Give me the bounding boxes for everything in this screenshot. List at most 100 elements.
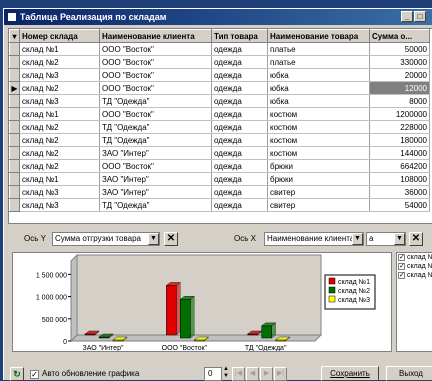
table-cell[interactable]: ООО "Восток"	[99, 159, 212, 173]
table-cell[interactable]: ООО "Восток"	[99, 55, 212, 69]
table-cell[interactable]: 144000	[369, 146, 430, 160]
row-indicator[interactable]	[9, 198, 20, 212]
table-cell[interactable]: юбка	[267, 81, 370, 95]
table-cell[interactable]: склад №2	[19, 159, 100, 173]
table-row[interactable]: склад №2 ТД "Одежда" одежда костюм 180000	[9, 133, 430, 147]
table-cell[interactable]: одежда	[211, 159, 268, 173]
table-cell[interactable]: склад №1	[19, 42, 100, 56]
exit-button[interactable]: Выход	[386, 366, 432, 381]
chevron-down-icon[interactable]: ▼	[394, 233, 405, 245]
table-cell[interactable]: ООО "Восток"	[99, 81, 212, 95]
table-cell[interactable]: юбка	[267, 68, 370, 82]
table-cell[interactable]: 108000	[369, 172, 430, 186]
table-cell[interactable]: склад №2	[19, 81, 100, 95]
row-indicator[interactable]	[9, 107, 20, 121]
table-row[interactable]: склад №3 ТД "Одежда" одежда свитер 54000	[9, 198, 430, 212]
y-axis-select[interactable]: Сумма отгрузки товара ▼	[52, 232, 160, 246]
table-cell[interactable]: склад №3	[19, 94, 100, 108]
series-checklist[interactable]: ✓склад №1✓склад №2✓склад №3	[396, 252, 432, 352]
table-cell[interactable]: 50000	[369, 42, 430, 56]
table-cell[interactable]: ООО "Восток"	[99, 107, 212, 121]
table-cell[interactable]: ТД "Одежда"	[99, 120, 212, 134]
table-cell[interactable]: склад №1	[19, 172, 100, 186]
table-cell[interactable]: одежда	[211, 107, 268, 121]
table-cell[interactable]: склад №2	[19, 133, 100, 147]
row-indicator[interactable]	[9, 159, 20, 173]
column-header[interactable]: Сумма о...	[369, 29, 430, 43]
table-cell[interactable]: ТД "Одежда"	[99, 133, 212, 147]
table-row[interactable]: склад №2 ООО "Восток" одежда брюки 664200	[9, 159, 430, 173]
table-cell[interactable]: 54000	[369, 198, 430, 212]
table-cell[interactable]: свитер	[267, 198, 370, 212]
close-icon[interactable]: ✕	[164, 232, 178, 246]
column-header[interactable]: Наименование товара	[267, 29, 370, 43]
table-cell[interactable]: одежда	[211, 81, 268, 95]
table-cell[interactable]: 12000	[369, 81, 430, 95]
table-cell[interactable]: одежда	[211, 68, 268, 82]
table-cell[interactable]: ООО "Восток"	[99, 42, 212, 56]
x-axis-select[interactable]: Наименование клиента ▼	[264, 232, 364, 246]
table-row[interactable]: склад №2 ТД "Одежда" одежда костюм 228000	[9, 120, 430, 134]
row-indicator[interactable]	[9, 120, 20, 134]
table-cell[interactable]: костюм	[267, 120, 370, 134]
column-header[interactable]: Тип товара	[211, 29, 268, 43]
table-row[interactable]: склад №3 ТД "Одежда" одежда юбка 8000	[9, 94, 430, 108]
table-cell[interactable]: брюки	[267, 159, 370, 173]
table-cell[interactable]: склад №3	[19, 185, 100, 199]
table-cell[interactable]: склад №2	[19, 120, 100, 134]
table-cell[interactable]: 36000	[369, 185, 430, 199]
table-cell[interactable]: 228000	[369, 120, 430, 134]
refresh-icon[interactable]: ↻	[10, 367, 24, 381]
table-cell[interactable]: одежда	[211, 172, 268, 186]
minimize-button[interactable]: _	[401, 11, 413, 22]
table-cell[interactable]: склад №1	[19, 107, 100, 121]
chevron-down-icon[interactable]: ▼	[352, 233, 363, 245]
table-cell[interactable]: 664200	[369, 159, 430, 173]
row-indicator[interactable]	[9, 133, 20, 147]
table-row[interactable]: склад №1 ООО "Восток" одежда костюм 1200000	[9, 107, 430, 121]
table-row[interactable]: склад №3 ЗАО "Интер" одежда свитер 36000	[9, 185, 430, 199]
chevron-down-icon[interactable]: ▼	[148, 233, 159, 245]
row-indicator[interactable]: ▶	[9, 81, 20, 95]
table-cell[interactable]: 1200000	[369, 107, 430, 121]
spin-input[interactable]: 0	[204, 367, 222, 381]
table-cell[interactable]: костюм	[267, 133, 370, 147]
table-cell[interactable]: костюм	[267, 146, 370, 160]
table-cell[interactable]: склад №3	[19, 68, 100, 82]
first-record-icon[interactable]: |◀	[232, 367, 245, 381]
table-cell[interactable]: одежда	[211, 42, 268, 56]
series-checkbox[interactable]: ✓	[398, 271, 405, 279]
auto-update-checkbox[interactable]: ✓	[30, 370, 39, 379]
table-cell[interactable]: 180000	[369, 133, 430, 147]
table-cell[interactable]: 20000	[369, 68, 430, 82]
column-header[interactable]: Наименование клиента	[99, 29, 212, 43]
table-cell[interactable]: одежда	[211, 133, 268, 147]
row-indicator[interactable]	[9, 68, 20, 82]
table-cell[interactable]: платье	[267, 55, 370, 69]
table-cell[interactable]: склад №2	[19, 146, 100, 160]
table-cell[interactable]: ТД "Одежда"	[99, 198, 212, 212]
series-item[interactable]: ✓склад №2	[397, 262, 432, 271]
table-cell[interactable]: 8000	[369, 94, 430, 108]
maximize-button[interactable]: □	[414, 11, 426, 22]
table-cell[interactable]: 330000	[369, 55, 430, 69]
series-checkbox[interactable]: ✓	[398, 262, 405, 270]
row-indicator[interactable]	[9, 185, 20, 199]
table-cell[interactable]: юбка	[267, 94, 370, 108]
table-cell[interactable]: одежда	[211, 120, 268, 134]
table-cell[interactable]: одежда	[211, 198, 268, 212]
table-cell[interactable]: ТД "Одежда"	[99, 94, 212, 108]
aggregate-select[interactable]: а ▼	[366, 232, 406, 246]
row-indicator[interactable]	[9, 55, 20, 69]
table-cell[interactable]: ЗАО "Интер"	[99, 146, 212, 160]
table-row[interactable]: склад №3 ООО "Восток" одежда юбка 20000	[9, 68, 430, 82]
table-cell[interactable]: склад №2	[19, 55, 100, 69]
table-cell[interactable]: одежда	[211, 55, 268, 69]
table-cell[interactable]: одежда	[211, 146, 268, 160]
last-record-icon[interactable]: ▶|	[274, 367, 287, 381]
table-cell[interactable]: ООО "Восток"	[99, 68, 212, 82]
table-cell[interactable]: платье	[267, 42, 370, 56]
series-item[interactable]: ✓склад №3	[397, 271, 432, 280]
spin-arrows-icon[interactable]: ▲ ▼	[223, 366, 229, 380]
table-cell[interactable]: одежда	[211, 185, 268, 199]
